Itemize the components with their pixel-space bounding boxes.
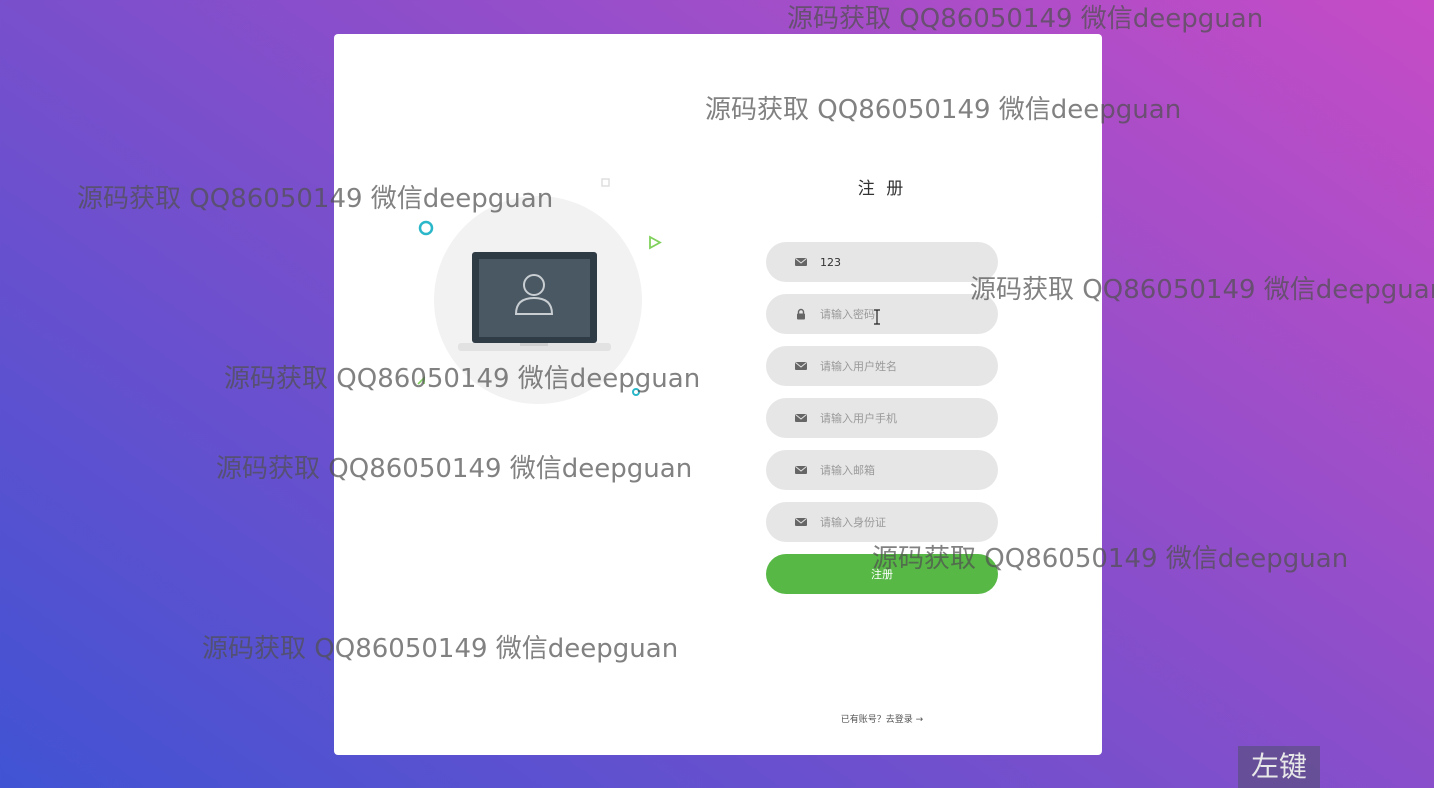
username-input[interactable] [820,242,985,282]
realname-input[interactable] [820,346,985,386]
idcard-field[interactable] [766,502,998,542]
phone-input[interactable] [820,398,985,438]
watermark-text: 源码获取 QQ86050149 微信deepguan [787,4,1264,34]
go-login-link[interactable]: 已有账号？去登录 → [766,712,998,725]
username-field[interactable] [766,242,998,282]
idcard-input[interactable] [820,502,985,542]
phone-field[interactable] [766,398,998,438]
register-title: 注 册 [857,179,907,199]
envelope-icon [795,466,807,474]
password-field[interactable] [766,294,998,334]
envelope-icon [795,362,807,370]
envelope-icon [795,414,807,422]
envelope-icon [795,258,807,266]
envelope-icon [795,518,807,526]
watermark-text: 源码获取 QQ86050149 微信deepguan [705,95,1182,125]
watermark-text: 源码获取 QQ86050149 微信deepguan [216,454,693,484]
lock-icon [797,308,805,320]
realname-field[interactable] [766,346,998,386]
mouse-click-indicator: 左键 [1238,746,1320,788]
watermark-text: 源码获取 QQ86050149 微信deepguan [77,184,554,214]
watermark-text: 源码获取 QQ86050149 微信deepguan [970,275,1434,305]
watermark-text: 源码获取 QQ86050149 微信deepguan [224,364,701,394]
email-input[interactable] [820,450,985,490]
email-field[interactable] [766,450,998,490]
watermark-text: 源码获取 QQ86050149 微信deepguan [202,634,679,664]
watermark-text: 源码获取 QQ86050149 微信deepguan [872,544,1349,574]
password-input[interactable] [820,294,985,334]
